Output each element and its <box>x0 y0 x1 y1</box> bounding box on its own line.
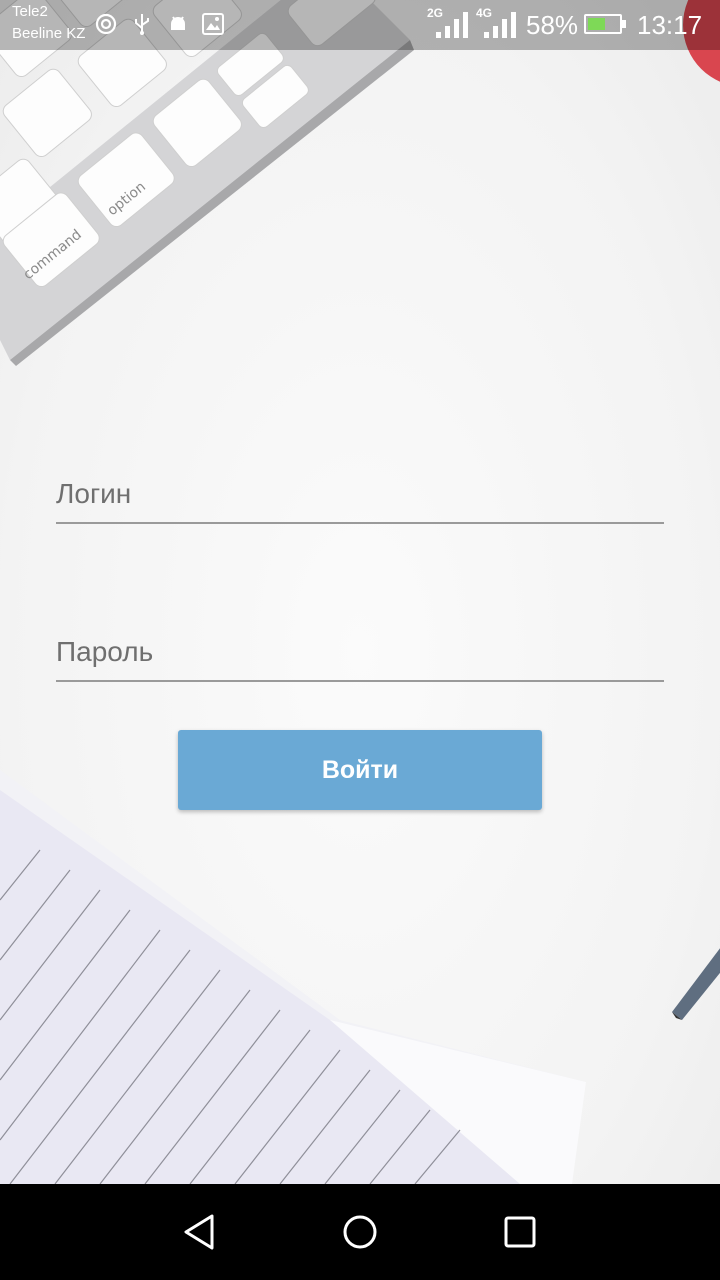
back-icon[interactable] <box>172 1204 228 1260</box>
image-icon <box>202 13 224 35</box>
carrier-name-2: Beeline KZ <box>12 25 86 42</box>
status-bar: Tele2 Beeline KZ 2G 4G 58% 13:17 <box>0 0 720 50</box>
desk-illustration: command option <box>0 0 720 1184</box>
keyboard-image: command option <box>0 0 414 366</box>
usb-icon <box>135 14 149 35</box>
navigation-bar <box>0 1184 720 1280</box>
hotspot-icon <box>95 13 117 35</box>
pen-image <box>672 948 720 1020</box>
battery-level <box>588 18 606 30</box>
signal-icon <box>436 12 468 38</box>
login-field <box>56 466 664 524</box>
background-image: command option <box>0 0 720 1184</box>
notebook-image <box>0 770 586 1184</box>
password-field <box>56 624 664 682</box>
login-input[interactable] <box>56 466 664 522</box>
battery-tip <box>622 20 626 28</box>
battery-percent: 58% <box>526 10 579 40</box>
battery-charging-icon <box>584 14 622 34</box>
home-icon[interactable] <box>332 1204 388 1260</box>
password-input[interactable] <box>56 624 664 680</box>
android-debug-icon <box>171 16 185 30</box>
recents-icon[interactable] <box>492 1204 548 1260</box>
carrier-name-1: Tele2 <box>12 3 48 20</box>
login-button[interactable]: Войти <box>178 730 542 810</box>
clock: 13:17 <box>637 10 703 40</box>
signal-icon-2 <box>484 12 516 38</box>
